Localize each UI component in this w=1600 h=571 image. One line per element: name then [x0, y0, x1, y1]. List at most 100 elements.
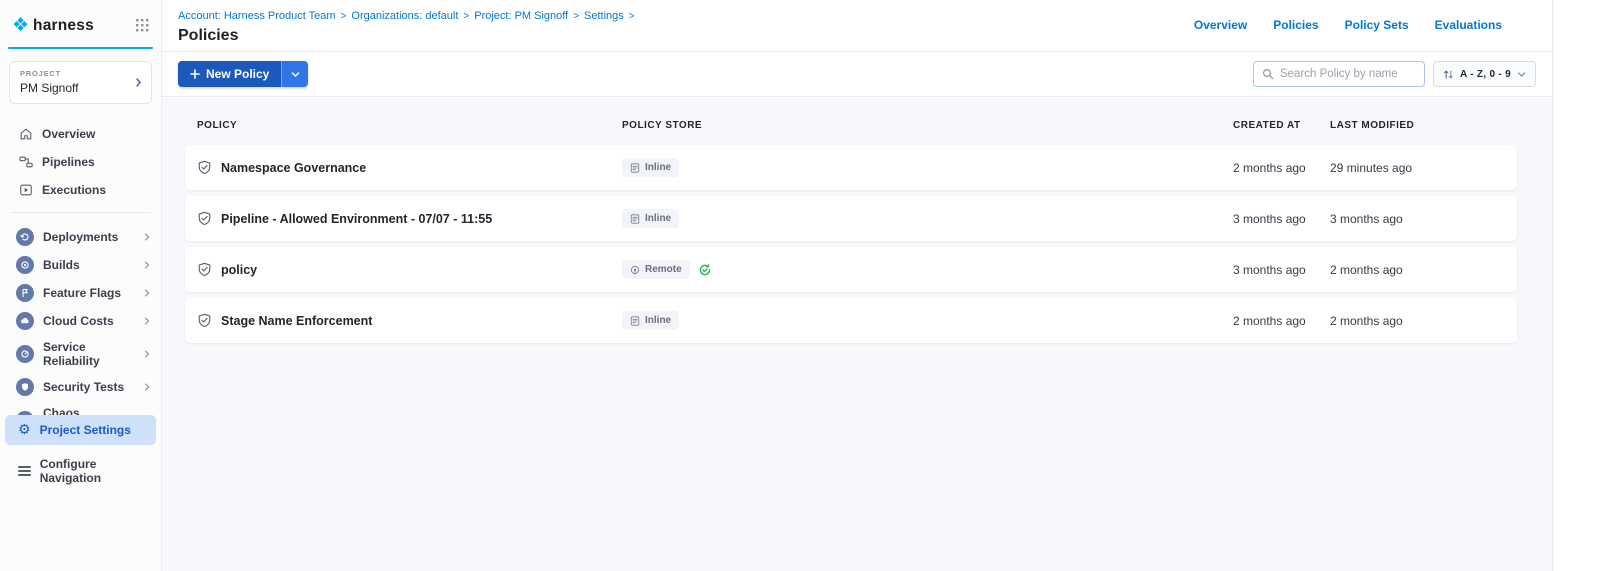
- chevron-right-icon: [143, 233, 151, 241]
- policy-list: POLICY POLICY STORE CREATED AT LAST MODI…: [162, 98, 1552, 571]
- sidebar-item-label: Security Tests: [43, 380, 124, 394]
- new-policy-button[interactable]: New Policy: [178, 61, 281, 87]
- sidebar-item-label: Configure Navigation: [40, 457, 150, 485]
- toolbar: New Policy A - Z, 0 - 9: [162, 52, 1552, 97]
- brand-name: harness: [33, 17, 94, 35]
- harness-logo-icon: ❖: [12, 16, 29, 35]
- sidebar-item-label: Overview: [42, 127, 95, 141]
- policy-shield-icon: [197, 262, 212, 277]
- sidebar-divider: [10, 212, 151, 213]
- deployments-icon: [16, 228, 34, 246]
- brand-underline: [8, 47, 153, 49]
- policy-name: policy: [221, 263, 257, 277]
- sidebar-item-label: Project Settings: [40, 423, 131, 437]
- tab-policy-sets[interactable]: Policy Sets: [1345, 18, 1409, 32]
- column-header-policy: POLICY: [197, 120, 622, 131]
- page-header: Account: Harness Product Team > Organiza…: [162, 0, 1552, 52]
- hamburger-icon: [18, 466, 31, 476]
- store-badge-remote: Remote: [622, 260, 690, 279]
- policy-shield-icon: [197, 313, 212, 328]
- table-row[interactable]: policy Remote 3 months ago 2 months ago: [185, 247, 1517, 292]
- security-tests-icon: [16, 378, 34, 396]
- store-badge-inline: Inline: [622, 158, 679, 177]
- created-at: 2 months ago: [1233, 314, 1330, 328]
- sidebar-item-label: Feature Flags: [43, 286, 121, 300]
- chevron-right-icon: [143, 261, 151, 269]
- sidebar-item-label: Builds: [43, 258, 80, 272]
- sort-label: A - Z, 0 - 9: [1460, 69, 1511, 80]
- breadcrumb-separator: >: [463, 11, 469, 22]
- sidebar-item-cloud-costs[interactable]: Cloud Costs: [0, 307, 161, 335]
- breadcrumb-account-link[interactable]: Account: Harness Product Team: [178, 10, 336, 22]
- project-label: PROJECT: [20, 69, 134, 78]
- policy-top-nav: Overview Policies Policy Sets Evaluation…: [1194, 18, 1502, 32]
- new-policy-dropdown-button[interactable]: [281, 61, 308, 87]
- plus-icon: [190, 69, 200, 79]
- tab-policies[interactable]: Policies: [1273, 18, 1318, 32]
- tab-evaluations[interactable]: Evaluations: [1435, 18, 1502, 32]
- table-row[interactable]: Namespace Governance Inline 2 months ago…: [185, 145, 1517, 190]
- tab-overview[interactable]: Overview: [1194, 18, 1247, 32]
- main-area: Account: Harness Product Team > Organiza…: [162, 0, 1553, 571]
- breadcrumb-org-link[interactable]: Organizations: default: [351, 10, 458, 22]
- inline-file-icon: [630, 163, 640, 173]
- breadcrumb-project-link[interactable]: Project: PM Signoff: [474, 10, 568, 22]
- store-badge-label: Inline: [645, 213, 671, 224]
- sidebar-item-feature-flags[interactable]: Feature Flags: [0, 279, 161, 307]
- gear-icon: ⚙: [18, 423, 31, 437]
- remote-repo-icon: [630, 265, 640, 275]
- store-badge-inline: Inline: [622, 209, 679, 228]
- store-badge-inline: Inline: [622, 311, 679, 330]
- app-grid-icon[interactable]: [136, 19, 149, 32]
- new-policy-label: New Policy: [206, 67, 269, 81]
- search-input[interactable]: [1280, 68, 1416, 80]
- column-header-policy-store: POLICY STORE: [622, 120, 1233, 131]
- created-at: 3 months ago: [1233, 212, 1330, 226]
- sidebar-item-service-reliability[interactable]: Service Reliability: [0, 335, 161, 373]
- sidebar-item-pipelines[interactable]: Pipelines: [0, 148, 161, 176]
- sidebar-item-executions[interactable]: Executions: [0, 176, 161, 204]
- chevron-right-icon: [143, 350, 151, 358]
- cloud-costs-icon: [16, 312, 34, 330]
- sidebar-item-deployments[interactable]: Deployments: [0, 223, 161, 251]
- sidebar-item-label: Deployments: [43, 230, 118, 244]
- last-modified: 2 months ago: [1330, 263, 1470, 277]
- table-row[interactable]: Stage Name Enforcement Inline 2 months a…: [185, 298, 1517, 343]
- store-badge-label: Inline: [645, 315, 671, 326]
- chevron-right-icon: [134, 78, 143, 87]
- sidebar-item-label: Pipelines: [42, 155, 95, 169]
- sidebar-item-overview[interactable]: Overview: [0, 120, 161, 148]
- policy-name: Namespace Governance: [221, 161, 366, 175]
- git-sync-icon[interactable]: [698, 263, 712, 277]
- sort-dropdown[interactable]: A - Z, 0 - 9: [1433, 61, 1536, 87]
- policy-name: Stage Name Enforcement: [221, 314, 372, 328]
- sidebar-item-project-settings[interactable]: ⚙ Project Settings: [5, 415, 156, 445]
- table-row[interactable]: Pipeline - Allowed Environment - 07/07 -…: [185, 196, 1517, 241]
- new-policy-split-button: New Policy: [178, 61, 308, 87]
- sidebar: ❖ harness PROJECT PM Signoff Overview Pi…: [0, 0, 162, 571]
- inline-file-icon: [630, 316, 640, 326]
- last-modified: 2 months ago: [1330, 314, 1470, 328]
- breadcrumb-settings-link[interactable]: Settings: [584, 10, 624, 22]
- home-icon: [18, 127, 33, 141]
- created-at: 3 months ago: [1233, 263, 1330, 277]
- policy-shield-icon: [197, 160, 212, 175]
- created-at: 2 months ago: [1233, 161, 1330, 175]
- sidebar-item-security-tests[interactable]: Security Tests: [0, 373, 161, 401]
- sidebar-item-configure-navigation[interactable]: Configure Navigation: [5, 449, 156, 493]
- sidebar-item-builds[interactable]: Builds: [0, 251, 161, 279]
- project-name: PM Signoff: [20, 81, 134, 95]
- store-badge-label: Inline: [645, 162, 671, 173]
- brand-header: ❖ harness: [0, 0, 161, 43]
- feature-flags-icon: [16, 284, 34, 302]
- project-selector[interactable]: PROJECT PM Signoff: [9, 61, 152, 104]
- service-reliability-icon: [16, 345, 34, 363]
- policy-shield-icon: [197, 211, 212, 226]
- pipelines-icon: [18, 155, 33, 169]
- sidebar-item-label: Service Reliability: [43, 340, 134, 368]
- policy-name: Pipeline - Allowed Environment - 07/07 -…: [221, 212, 492, 226]
- last-modified: 29 minutes ago: [1330, 161, 1470, 175]
- chevron-right-icon: [143, 289, 151, 297]
- builds-icon: [16, 256, 34, 274]
- breadcrumb-separator: >: [629, 11, 635, 22]
